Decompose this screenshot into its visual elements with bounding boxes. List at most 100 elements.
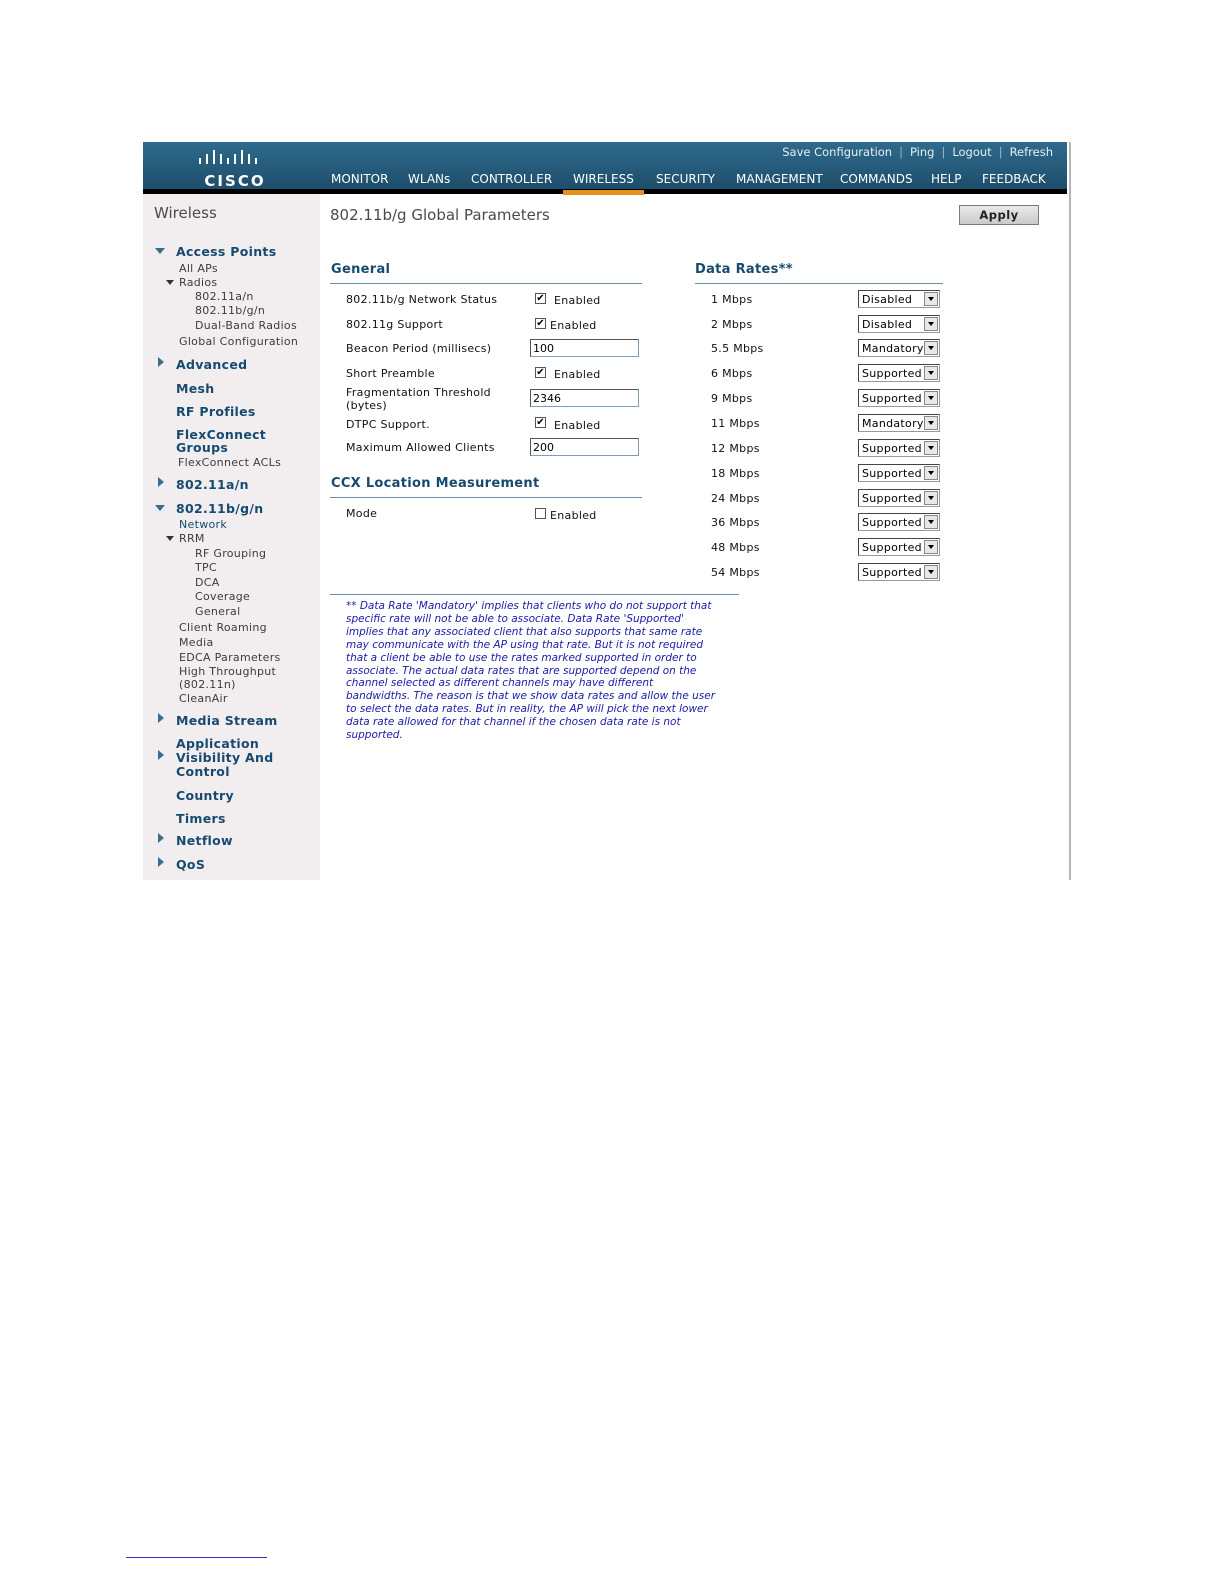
nav-help[interactable]: HELP <box>931 171 962 193</box>
rate-select[interactable]: Disabled <box>858 315 940 333</box>
sidebar-edca-parameters[interactable]: EDCA Parameters <box>179 651 281 664</box>
logout-link[interactable]: Logout <box>948 145 995 159</box>
sidebar-radio-a[interactable]: 802.11a/n <box>195 290 254 303</box>
ping-link[interactable]: Ping <box>906 145 938 159</box>
sidebar-flexconnect-groups[interactable]: FlexConnect Groups <box>176 428 276 454</box>
collapsed-arrow-icon[interactable] <box>158 750 164 760</box>
dropdown-arrow-icon[interactable] <box>924 391 938 405</box>
expanded-arrow-icon[interactable] <box>155 505 165 511</box>
frag-threshold-input[interactable] <box>530 389 639 407</box>
footnote-line: may communicate with the AP using that r… <box>346 638 704 651</box>
rate-select-value: Supported <box>862 492 922 505</box>
short-preamble-checkbox[interactable]: ✔ <box>535 367 546 378</box>
rate-select[interactable]: Supported <box>858 489 940 507</box>
sidebar-dual-band[interactable]: Dual-Band Radios <box>195 319 297 332</box>
apply-button[interactable]: Apply <box>959 205 1039 225</box>
sidebar-cleanair[interactable]: CleanAir <box>179 692 228 705</box>
sidebar-media[interactable]: Media <box>179 636 214 649</box>
cisco-logo: CISCO <box>197 148 269 190</box>
sidebar-mesh[interactable]: Mesh <box>176 382 214 395</box>
sidebar-high-throughput[interactable]: High Throughput <box>179 665 276 678</box>
sidebar-rrm[interactable]: RRM <box>179 532 205 545</box>
nav-wlans[interactable]: WLANs <box>408 171 450 193</box>
collapsed-arrow-icon[interactable] <box>158 357 164 367</box>
sidebar-access-points[interactable]: Access Points <box>176 245 276 258</box>
expanded-arrow-icon[interactable] <box>166 280 174 285</box>
dropdown-arrow-icon[interactable] <box>924 441 938 455</box>
dropdown-arrow-icon[interactable] <box>924 466 938 480</box>
rate-select[interactable]: Supported <box>858 439 940 457</box>
nav-controller[interactable]: CONTROLLER <box>471 171 552 193</box>
dropdown-arrow-icon[interactable] <box>924 292 938 306</box>
dropdown-arrow-icon[interactable] <box>924 366 938 380</box>
sidebar-avc-line1[interactable]: Application <box>176 737 259 750</box>
sidebar-all-aps[interactable]: All APs <box>179 262 218 275</box>
sidebar-global-configuration[interactable]: Global Configuration <box>179 335 298 348</box>
rate-select-value: Mandatory <box>862 417 924 430</box>
sidebar-flexconnect-acls[interactable]: FlexConnect ACLs <box>178 456 281 469</box>
rate-select[interactable]: Supported <box>858 464 940 482</box>
sidebar-high-throughput-sub[interactable]: (802.11n) <box>179 678 236 691</box>
sidebar-timers[interactable]: Timers <box>176 812 226 825</box>
sidebar-qos[interactable]: QoS <box>176 858 205 871</box>
rate-select[interactable]: Mandatory <box>858 339 940 357</box>
sidebar-netflow[interactable]: Netflow <box>176 834 233 847</box>
sidebar-network[interactable]: Network <box>179 518 227 531</box>
rate-select[interactable]: Supported <box>858 364 940 382</box>
refresh-link[interactable]: Refresh <box>1006 145 1057 159</box>
nav-wireless[interactable]: WIRELESS <box>563 171 644 195</box>
nav-monitor[interactable]: MONITOR <box>331 171 388 193</box>
sidebar-country[interactable]: Country <box>176 789 234 802</box>
rate-select[interactable]: Supported <box>858 513 940 531</box>
ccx-mode-checkbox[interactable] <box>535 508 546 519</box>
sidebar-avc-line3[interactable]: Control <box>176 765 230 778</box>
sidebar-radio-bg[interactable]: 802.11b/g/n <box>195 304 265 317</box>
sidebar-media-stream[interactable]: Media Stream <box>176 714 278 727</box>
sidebar-dca[interactable]: DCA <box>195 576 220 589</box>
rate-select[interactable]: Supported <box>858 538 940 556</box>
sidebar-radios[interactable]: Radios <box>179 276 217 289</box>
expanded-arrow-icon[interactable] <box>166 536 174 541</box>
rate-label: 54 Mbps <box>711 566 760 579</box>
collapsed-arrow-icon[interactable] <box>158 713 164 723</box>
g-support-checkbox[interactable]: ✔ <box>535 318 546 329</box>
sidebar-tpc[interactable]: TPC <box>195 561 217 574</box>
save-configuration-link[interactable]: Save Configuration <box>778 145 896 159</box>
beacon-period-input[interactable] <box>530 339 639 357</box>
collapsed-arrow-icon[interactable] <box>158 857 164 867</box>
sidebar-80211an[interactable]: 802.11a/n <box>176 478 249 491</box>
collapsed-arrow-icon[interactable] <box>158 833 164 843</box>
expanded-arrow-icon[interactable] <box>155 248 165 254</box>
network-status-label: 802.11b/g Network Status <box>346 293 498 306</box>
nav-commands[interactable]: COMMANDS <box>840 171 913 193</box>
dropdown-arrow-icon[interactable] <box>924 540 938 554</box>
dtpc-support-checkbox[interactable]: ✔ <box>535 417 546 428</box>
rate-select[interactable]: Mandatory <box>858 414 940 432</box>
rate-select-value: Supported <box>862 516 922 529</box>
nav-management[interactable]: MANAGEMENT <box>736 171 823 193</box>
network-status-checkbox[interactable]: ✔ <box>535 293 546 304</box>
utility-links: Save Configuration | Ping | Logout | Refresh <box>778 145 1057 159</box>
nav-security[interactable]: SECURITY <box>656 171 715 193</box>
dropdown-arrow-icon[interactable] <box>924 515 938 529</box>
sidebar-coverage[interactable]: Coverage <box>195 590 250 603</box>
rate-label: 9 Mbps <box>711 392 753 405</box>
dropdown-arrow-icon[interactable] <box>924 341 938 355</box>
rate-select[interactable]: Disabled <box>858 290 940 308</box>
dropdown-arrow-icon[interactable] <box>924 317 938 331</box>
sidebar-client-roaming[interactable]: Client Roaming <box>179 621 267 634</box>
sidebar-advanced[interactable]: Advanced <box>176 358 247 371</box>
dropdown-arrow-icon[interactable] <box>924 491 938 505</box>
max-clients-input[interactable] <box>530 438 639 456</box>
sidebar-80211bgn[interactable]: 802.11b/g/n <box>176 502 263 515</box>
sidebar-avc-line2[interactable]: Visibility And <box>176 751 273 764</box>
rate-select[interactable]: Supported <box>858 389 940 407</box>
dropdown-arrow-icon[interactable] <box>924 416 938 430</box>
dropdown-arrow-icon[interactable] <box>924 565 938 579</box>
sidebar-rf-grouping[interactable]: RF Grouping <box>195 547 266 560</box>
collapsed-arrow-icon[interactable] <box>158 477 164 487</box>
sidebar-rf-profiles[interactable]: RF Profiles <box>176 405 256 418</box>
rate-select[interactable]: Supported <box>858 563 940 581</box>
nav-feedback[interactable]: FEEDBACK <box>982 171 1046 193</box>
sidebar-general[interactable]: General <box>195 605 240 618</box>
